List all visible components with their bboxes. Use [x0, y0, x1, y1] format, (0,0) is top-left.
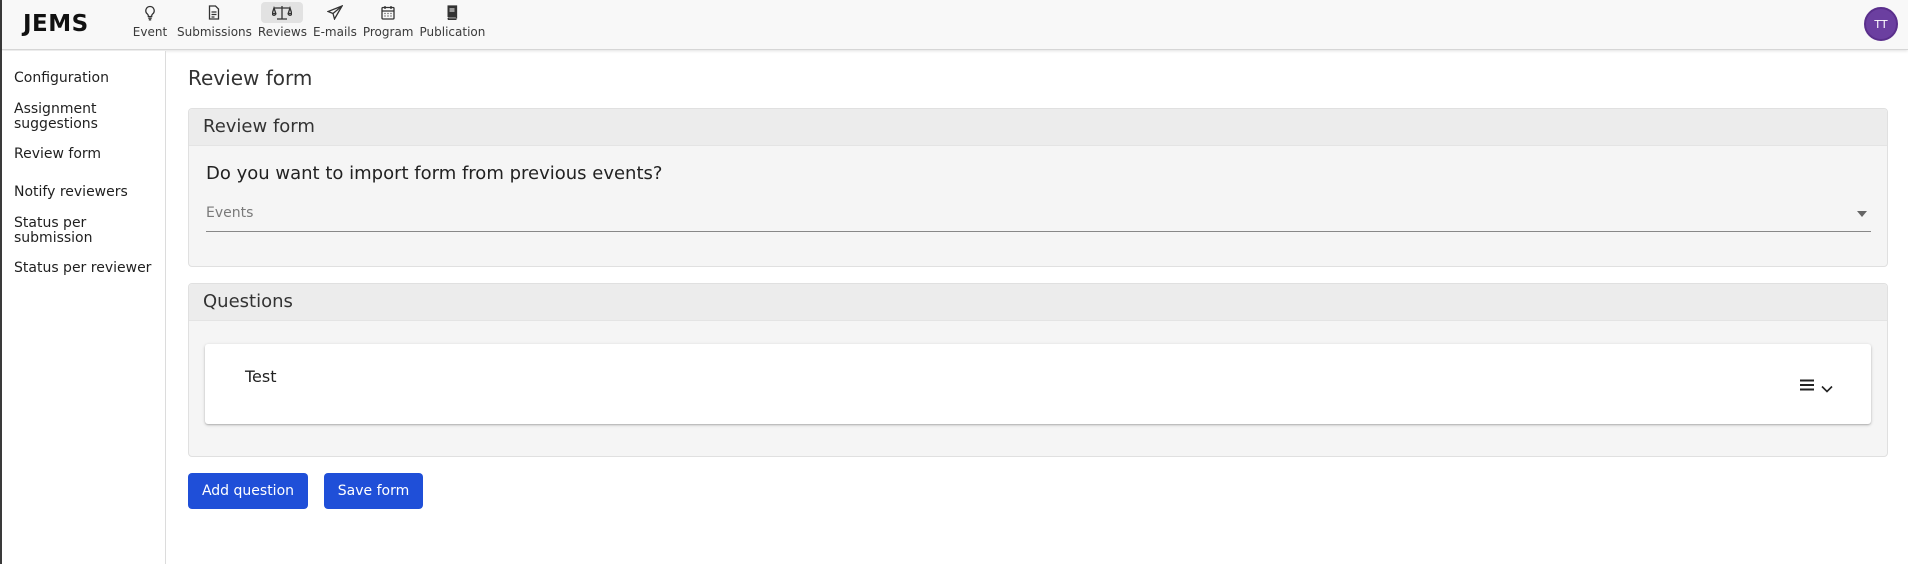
- nav-reviews[interactable]: Reviews: [255, 2, 310, 42]
- events-select-placeholder: Events: [206, 205, 254, 221]
- sidebar-item-status-per-submission[interactable]: Status per submission: [14, 216, 104, 246]
- sidebar: Configuration Assignment suggestions Rev…: [2, 51, 166, 564]
- review-form-card-header: Review form: [189, 109, 1887, 146]
- sidebar-item-assignment-suggestions[interactable]: Assignment suggestions: [14, 102, 114, 132]
- nav-publication-label: Publication: [419, 25, 486, 39]
- top-navbar: JEMS Event Submissions Reviews E-mails P…: [2, 0, 1908, 50]
- app-logo[interactable]: JEMS: [23, 11, 89, 37]
- questions-card: Questions Test: [188, 283, 1888, 457]
- nav-publication[interactable]: Publication: [417, 2, 489, 42]
- events-select[interactable]: Events: [206, 199, 1871, 232]
- dropdown-arrow-icon: [1857, 211, 1867, 217]
- main-nav: Event Submissions Reviews E-mails Progra…: [126, 2, 488, 42]
- questions-card-header: Questions: [189, 284, 1887, 321]
- add-question-button[interactable]: Add question: [188, 473, 308, 509]
- nav-emails[interactable]: E-mails: [310, 2, 360, 42]
- book-icon: [431, 2, 473, 23]
- sidebar-item-notify-reviewers[interactable]: Notify reviewers: [14, 185, 154, 200]
- question-item-label: Test: [245, 367, 277, 386]
- page-title: Review form: [188, 66, 313, 90]
- calendar-icon: [367, 2, 409, 23]
- drag-handle-icon[interactable]: [1800, 376, 1814, 395]
- nav-program[interactable]: Program: [360, 2, 417, 42]
- lightbulb-icon: [129, 2, 171, 23]
- question-item[interactable]: Test: [205, 344, 1871, 424]
- nav-submissions[interactable]: Submissions: [174, 2, 255, 42]
- nav-reviews-label: Reviews: [257, 25, 307, 39]
- save-form-button[interactable]: Save form: [324, 473, 423, 509]
- nav-event-label: Event: [132, 25, 168, 39]
- review-form-card: Review form Do you want to import form f…: [188, 108, 1888, 267]
- sidebar-item-status-per-reviewer[interactable]: Status per reviewer: [14, 261, 154, 276]
- scale-icon: [261, 2, 304, 23]
- import-form-question: Do you want to import form from previous…: [206, 163, 663, 184]
- nav-emails-label: E-mails: [312, 25, 357, 39]
- chevron-down-icon[interactable]: [1821, 378, 1833, 397]
- paper-plane-icon: [314, 2, 356, 23]
- nav-program-label: Program: [362, 25, 414, 39]
- user-avatar[interactable]: TT: [1864, 7, 1898, 41]
- document-icon: [193, 2, 235, 23]
- nav-event[interactable]: Event: [126, 2, 174, 42]
- sidebar-item-configuration[interactable]: Configuration: [14, 71, 154, 86]
- nav-submissions-label: Submissions: [177, 25, 252, 39]
- sidebar-item-review-form[interactable]: Review form: [14, 147, 154, 162]
